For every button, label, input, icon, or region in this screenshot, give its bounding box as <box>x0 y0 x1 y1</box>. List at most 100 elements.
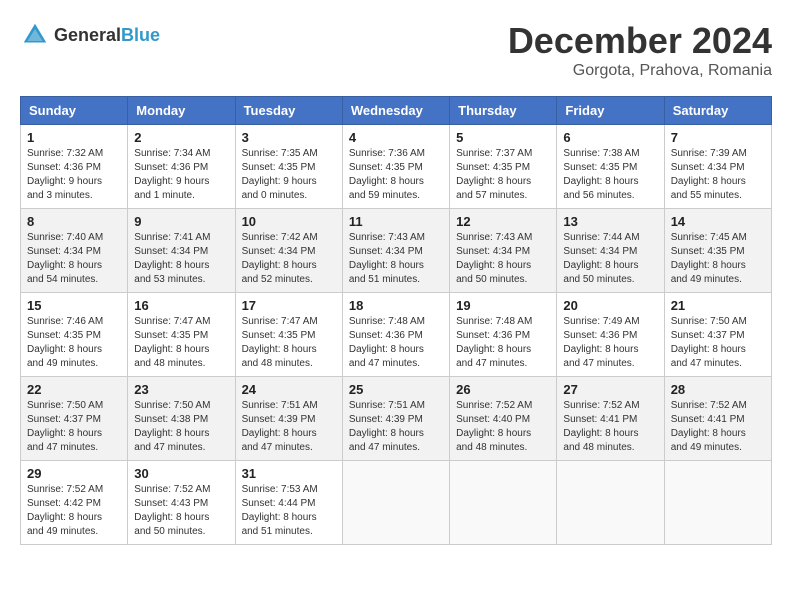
sunset-label: Sunset: 4:35 PM <box>671 246 745 257</box>
calendar-cell: 28 Sunrise: 7:52 AM Sunset: 4:41 PM Dayl… <box>664 377 771 461</box>
day-info: Sunrise: 7:52 AM Sunset: 4:43 PM Dayligh… <box>134 483 228 539</box>
day-number: 27 <box>563 382 657 397</box>
day-number: 18 <box>349 298 443 313</box>
sunrise-label: Sunrise: 7:35 AM <box>242 148 318 159</box>
sunrise-label: Sunrise: 7:52 AM <box>671 400 747 411</box>
daylight-label: Daylight: 8 hours and 47 minutes. <box>671 344 746 369</box>
day-number: 25 <box>349 382 443 397</box>
calendar-cell: 31 Sunrise: 7:53 AM Sunset: 4:44 PM Dayl… <box>235 461 342 545</box>
calendar-cell <box>450 461 557 545</box>
day-number: 7 <box>671 130 765 145</box>
sunrise-label: Sunrise: 7:48 AM <box>349 316 425 327</box>
daylight-label: Daylight: 8 hours and 51 minutes. <box>349 260 424 285</box>
calendar-cell: 13 Sunrise: 7:44 AM Sunset: 4:34 PM Dayl… <box>557 209 664 293</box>
calendar-cell: 6 Sunrise: 7:38 AM Sunset: 4:35 PM Dayli… <box>557 125 664 209</box>
calendar-cell: 22 Sunrise: 7:50 AM Sunset: 4:37 PM Dayl… <box>21 377 128 461</box>
day-number: 14 <box>671 214 765 229</box>
day-info: Sunrise: 7:44 AM Sunset: 4:34 PM Dayligh… <box>563 231 657 287</box>
daylight-label: Daylight: 8 hours and 55 minutes. <box>671 176 746 201</box>
day-info: Sunrise: 7:43 AM Sunset: 4:34 PM Dayligh… <box>349 231 443 287</box>
day-info: Sunrise: 7:45 AM Sunset: 4:35 PM Dayligh… <box>671 231 765 287</box>
daylight-label: Daylight: 8 hours and 48 minutes. <box>563 428 638 453</box>
calendar-cell: 1 Sunrise: 7:32 AM Sunset: 4:36 PM Dayli… <box>21 125 128 209</box>
daylight-label: Daylight: 8 hours and 47 minutes. <box>349 344 424 369</box>
page-header: GeneralBlue December 2024 Gorgota, Praho… <box>20 20 772 80</box>
calendar-cell: 10 Sunrise: 7:42 AM Sunset: 4:34 PM Dayl… <box>235 209 342 293</box>
day-number: 9 <box>134 214 228 229</box>
day-info: Sunrise: 7:35 AM Sunset: 4:35 PM Dayligh… <box>242 147 336 203</box>
weekday-header-thursday: Thursday <box>450 97 557 125</box>
sunrise-label: Sunrise: 7:37 AM <box>456 148 532 159</box>
sunset-label: Sunset: 4:36 PM <box>349 330 423 341</box>
sunset-label: Sunset: 4:35 PM <box>242 330 316 341</box>
sunrise-label: Sunrise: 7:40 AM <box>27 232 103 243</box>
day-number: 1 <box>27 130 121 145</box>
calendar-cell: 3 Sunrise: 7:35 AM Sunset: 4:35 PM Dayli… <box>235 125 342 209</box>
logo-wordmark: GeneralBlue <box>54 25 160 46</box>
daylight-label: Daylight: 9 hours and 1 minute. <box>134 176 209 201</box>
daylight-label: Daylight: 8 hours and 47 minutes. <box>563 344 638 369</box>
calendar-cell: 23 Sunrise: 7:50 AM Sunset: 4:38 PM Dayl… <box>128 377 235 461</box>
sunrise-label: Sunrise: 7:49 AM <box>563 316 639 327</box>
sunset-label: Sunset: 4:39 PM <box>349 414 423 425</box>
sunset-label: Sunset: 4:42 PM <box>27 498 101 509</box>
sunrise-label: Sunrise: 7:52 AM <box>563 400 639 411</box>
daylight-label: Daylight: 8 hours and 47 minutes. <box>27 428 102 453</box>
day-info: Sunrise: 7:47 AM Sunset: 4:35 PM Dayligh… <box>242 315 336 371</box>
calendar-cell <box>664 461 771 545</box>
daylight-label: Daylight: 8 hours and 50 minutes. <box>563 260 638 285</box>
weekday-header-wednesday: Wednesday <box>342 97 449 125</box>
calendar-cell: 16 Sunrise: 7:47 AM Sunset: 4:35 PM Dayl… <box>128 293 235 377</box>
day-number: 22 <box>27 382 121 397</box>
calendar-cell <box>342 461 449 545</box>
sunrise-label: Sunrise: 7:34 AM <box>134 148 210 159</box>
sunset-label: Sunset: 4:35 PM <box>456 162 530 173</box>
sunset-label: Sunset: 4:41 PM <box>671 414 745 425</box>
daylight-label: Daylight: 9 hours and 0 minutes. <box>242 176 317 201</box>
logo: GeneralBlue <box>20 20 160 50</box>
sunset-label: Sunset: 4:36 PM <box>563 330 637 341</box>
sunset-label: Sunset: 4:35 PM <box>563 162 637 173</box>
daylight-label: Daylight: 8 hours and 51 minutes. <box>242 512 317 537</box>
day-number: 21 <box>671 298 765 313</box>
location-subtitle: Gorgota, Prahova, Romania <box>508 62 772 80</box>
daylight-label: Daylight: 8 hours and 48 minutes. <box>242 344 317 369</box>
day-info: Sunrise: 7:51 AM Sunset: 4:39 PM Dayligh… <box>349 399 443 455</box>
day-number: 13 <box>563 214 657 229</box>
sunset-label: Sunset: 4:34 PM <box>27 246 101 257</box>
calendar-cell: 12 Sunrise: 7:43 AM Sunset: 4:34 PM Dayl… <box>450 209 557 293</box>
daylight-label: Daylight: 8 hours and 53 minutes. <box>134 260 209 285</box>
calendar-cell: 20 Sunrise: 7:49 AM Sunset: 4:36 PM Dayl… <box>557 293 664 377</box>
calendar-cell: 26 Sunrise: 7:52 AM Sunset: 4:40 PM Dayl… <box>450 377 557 461</box>
sunrise-label: Sunrise: 7:47 AM <box>134 316 210 327</box>
sunrise-label: Sunrise: 7:52 AM <box>134 484 210 495</box>
sunset-label: Sunset: 4:40 PM <box>456 414 530 425</box>
calendar-cell: 29 Sunrise: 7:52 AM Sunset: 4:42 PM Dayl… <box>21 461 128 545</box>
daylight-label: Daylight: 8 hours and 47 minutes. <box>456 344 531 369</box>
logo-general-text: General <box>54 25 121 45</box>
day-info: Sunrise: 7:52 AM Sunset: 4:42 PM Dayligh… <box>27 483 121 539</box>
sunset-label: Sunset: 4:34 PM <box>349 246 423 257</box>
day-info: Sunrise: 7:48 AM Sunset: 4:36 PM Dayligh… <box>349 315 443 371</box>
daylight-label: Daylight: 8 hours and 48 minutes. <box>134 344 209 369</box>
sunrise-label: Sunrise: 7:53 AM <box>242 484 318 495</box>
day-info: Sunrise: 7:49 AM Sunset: 4:36 PM Dayligh… <box>563 315 657 371</box>
day-number: 28 <box>671 382 765 397</box>
sunrise-label: Sunrise: 7:32 AM <box>27 148 103 159</box>
day-number: 6 <box>563 130 657 145</box>
month-title: December 2024 <box>508 20 772 62</box>
day-info: Sunrise: 7:46 AM Sunset: 4:35 PM Dayligh… <box>27 315 121 371</box>
weekday-header-row: SundayMondayTuesdayWednesdayThursdayFrid… <box>21 97 772 125</box>
calendar-week-row: 15 Sunrise: 7:46 AM Sunset: 4:35 PM Dayl… <box>21 293 772 377</box>
calendar-cell: 11 Sunrise: 7:43 AM Sunset: 4:34 PM Dayl… <box>342 209 449 293</box>
sunrise-label: Sunrise: 7:38 AM <box>563 148 639 159</box>
sunset-label: Sunset: 4:38 PM <box>134 414 208 425</box>
day-number: 10 <box>242 214 336 229</box>
day-number: 8 <box>27 214 121 229</box>
calendar-cell: 5 Sunrise: 7:37 AM Sunset: 4:35 PM Dayli… <box>450 125 557 209</box>
daylight-label: Daylight: 8 hours and 48 minutes. <box>456 428 531 453</box>
daylight-label: Daylight: 8 hours and 52 minutes. <box>242 260 317 285</box>
day-info: Sunrise: 7:50 AM Sunset: 4:38 PM Dayligh… <box>134 399 228 455</box>
calendar-cell: 8 Sunrise: 7:40 AM Sunset: 4:34 PM Dayli… <box>21 209 128 293</box>
day-info: Sunrise: 7:48 AM Sunset: 4:36 PM Dayligh… <box>456 315 550 371</box>
